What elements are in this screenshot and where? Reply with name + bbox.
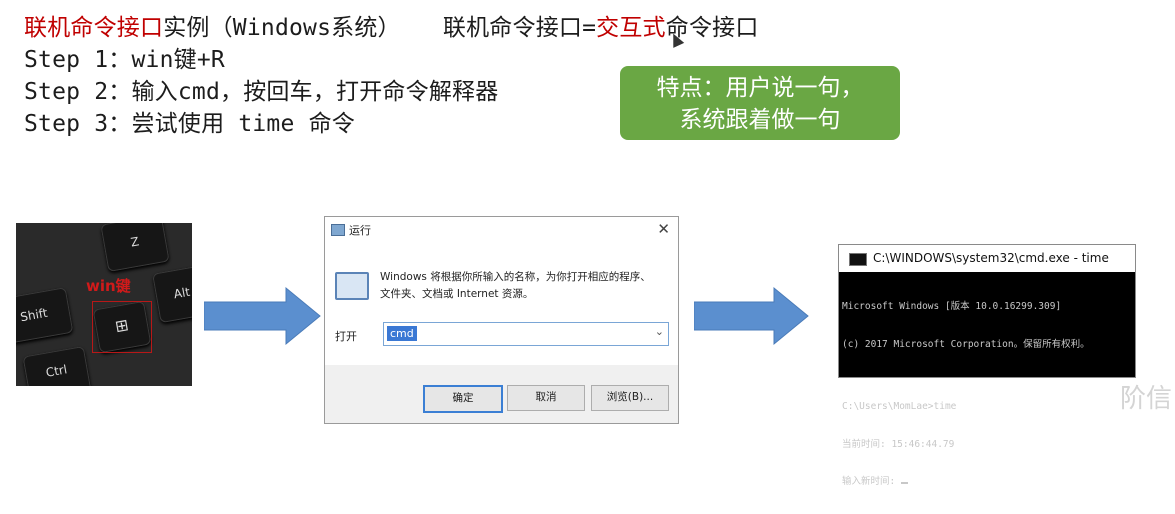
run-app-icon — [331, 224, 345, 236]
run-description: Windows 将根据你所输入的名称，为你打开相应的程序、 文件夹、文档或 In… — [380, 269, 670, 303]
chevron-down-icon[interactable]: ⌄ — [655, 325, 664, 338]
key-label: Alt — [172, 284, 192, 302]
run-title: 运行 — [349, 224, 371, 237]
run-input[interactable]: cmd ⌄ — [383, 322, 669, 346]
heading-part-red: 联机命令接口 — [24, 15, 164, 41]
arrow-right-icon — [204, 286, 321, 346]
win-key-highlight — [92, 301, 152, 353]
heading-part-red: 交互式 — [596, 15, 666, 41]
key-shift: Shift — [16, 287, 74, 345]
key-label: Ctrl — [44, 362, 69, 380]
cmd-title: C:\WINDOWS\system32\cmd.exe - time — [873, 251, 1109, 265]
cmd-line: Microsoft Windows [版本 10.0.16299.309] — [842, 301, 1062, 312]
cmd-window: C:\WINDOWS\system32\cmd.exe - time Micro… — [838, 244, 1136, 487]
feature-callout: 特点：用户说一句， 系统跟着做一句 — [620, 66, 900, 140]
keyboard-photo: Z Shift Alt ⊞ Ctrl win键 — [16, 223, 192, 386]
key-label: Shift — [19, 305, 49, 325]
cmd-titlebar: C:\WINDOWS\system32\cmd.exe - time — [839, 245, 1135, 272]
cmd-line-prompt: 输入新时间: — [842, 476, 1131, 489]
cmd-line: (c) 2017 Microsoft Corporation。保留所有权利。 — [842, 338, 1090, 350]
win-key-label: win键 — [86, 277, 131, 295]
heading-part: 实例（Windows系统） — [163, 15, 401, 41]
cmd-line: 当前时间: 15:46:44.79 — [842, 438, 955, 450]
run-dialog: 运行 ✕ Windows 将根据你所输入的名称，为你打开相应的程序、 文件夹、文… — [324, 216, 679, 424]
cmd-output[interactable]: Microsoft Windows [版本 10.0.16299.309] (c… — [839, 272, 1135, 514]
cmd-cursor-icon — [900, 482, 908, 484]
open-label: 打开 — [335, 330, 357, 343]
key-alt: Alt — [152, 264, 192, 324]
callout-line-2: 系统跟着做一句 — [679, 107, 841, 133]
run-input-value[interactable]: cmd — [387, 326, 417, 341]
page-heading: 联机命令接口实例（Windows系统） 联机命令接口=交互式命令接口 — [24, 8, 759, 42]
browse-button[interactable]: 浏览(B)... — [591, 385, 669, 411]
step-2: Step 2：输入cmd，按回车，打开命令解释器 — [24, 79, 499, 105]
ok-button[interactable]: 确定 — [423, 385, 503, 413]
cmd-line: C:\Users\MomLae>time — [842, 401, 957, 412]
callout-line-1: 特点：用户说一句， — [656, 75, 864, 101]
cmd-app-icon — [849, 253, 867, 266]
step-3: Step 3：尝试使用 time 命令 — [24, 111, 355, 137]
key-z: Z — [100, 223, 170, 273]
cancel-button[interactable]: 取消 — [507, 385, 585, 411]
run-description-line-2: 文件夹、文档或 Internet 资源。 — [380, 288, 534, 300]
arrow-right-icon — [694, 286, 809, 346]
heading-part: 联机命令接口= — [442, 15, 597, 41]
run-description-line-1: Windows 将根据你所输入的名称，为你打开相应的程序、 — [380, 271, 651, 283]
key-label: Z — [129, 234, 141, 250]
key-ctrl: Ctrl — [22, 345, 92, 386]
run-titlebar: 运行 ✕ — [325, 217, 678, 243]
step-1: Step 1：win键+R — [24, 47, 225, 73]
run-program-icon — [335, 272, 369, 300]
watermark: 阶信 — [1120, 384, 1173, 414]
close-icon[interactable]: ✕ — [657, 220, 670, 238]
cmd-prompt-text: 输入新时间: — [842, 476, 901, 487]
